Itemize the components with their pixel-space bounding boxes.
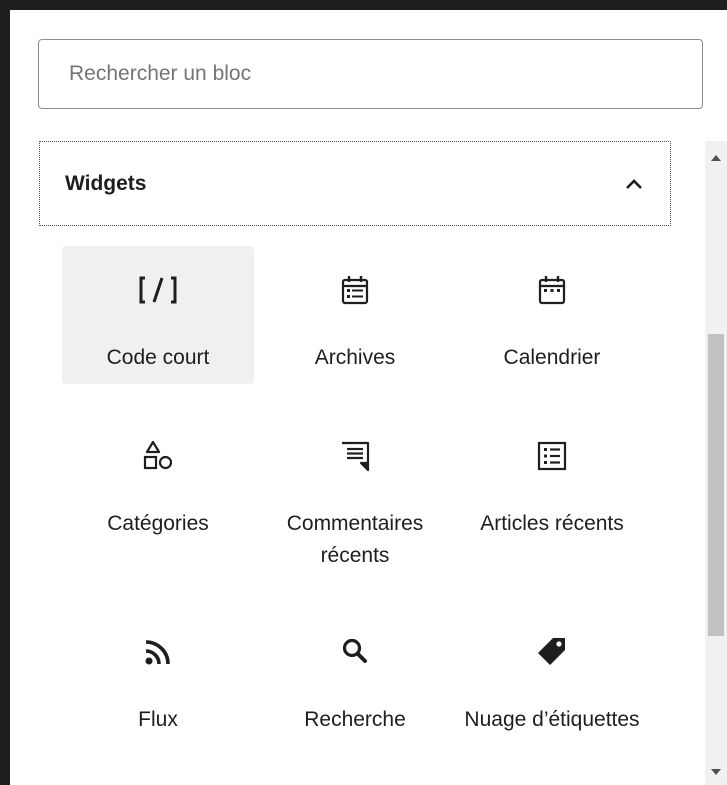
post-list-icon [456,440,648,472]
calendar-icon [456,274,648,306]
block-calendar[interactable]: Calendrier [456,246,648,384]
scroll-up-arrow-icon[interactable] [705,147,727,169]
chevron-up-icon [622,172,646,196]
vertical-scrollbar[interactable] [705,141,727,785]
scrollbar-thumb[interactable] [708,334,724,636]
block-label: Archives [314,346,396,369]
block-label: Recherche [304,708,406,731]
block-label: Commentaires récents [286,512,424,567]
block-rss[interactable]: Flux [62,608,254,746]
archive-calendar-icon [259,274,451,306]
block-inserter-panel: Widgets Code court [10,10,727,785]
block-label: Catégories [107,512,209,535]
comment-icon [259,440,451,472]
search-icon [259,636,451,668]
block-label: Code court [106,346,210,369]
block-label: Calendrier [503,346,601,369]
block-recent-comments[interactable]: Commentaires récents [259,412,451,567]
scroll-down-arrow-icon[interactable] [705,761,727,783]
block-categories[interactable]: Catégories [62,412,254,550]
shortcode-icon [62,274,254,306]
block-recent-posts[interactable]: Articles récents [456,412,648,550]
block-label: Articles récents [480,512,624,535]
categories-shapes-icon [62,440,254,472]
section-title: Widgets [65,171,147,195]
block-label: Flux [138,708,178,731]
tag-icon [456,636,648,668]
block-archives[interactable]: Archives [259,246,451,384]
widgets-section-toggle[interactable]: Widgets [39,141,671,226]
rss-icon [62,636,254,668]
block-label: Nuage d’étiquettes [464,708,640,731]
block-tag-cloud[interactable]: Nuage d’étiquettes [456,608,648,746]
search-input[interactable] [39,40,702,108]
block-shortcode[interactable]: Code court [62,246,254,384]
block-search [38,39,703,109]
block-search[interactable]: Recherche [259,608,451,746]
